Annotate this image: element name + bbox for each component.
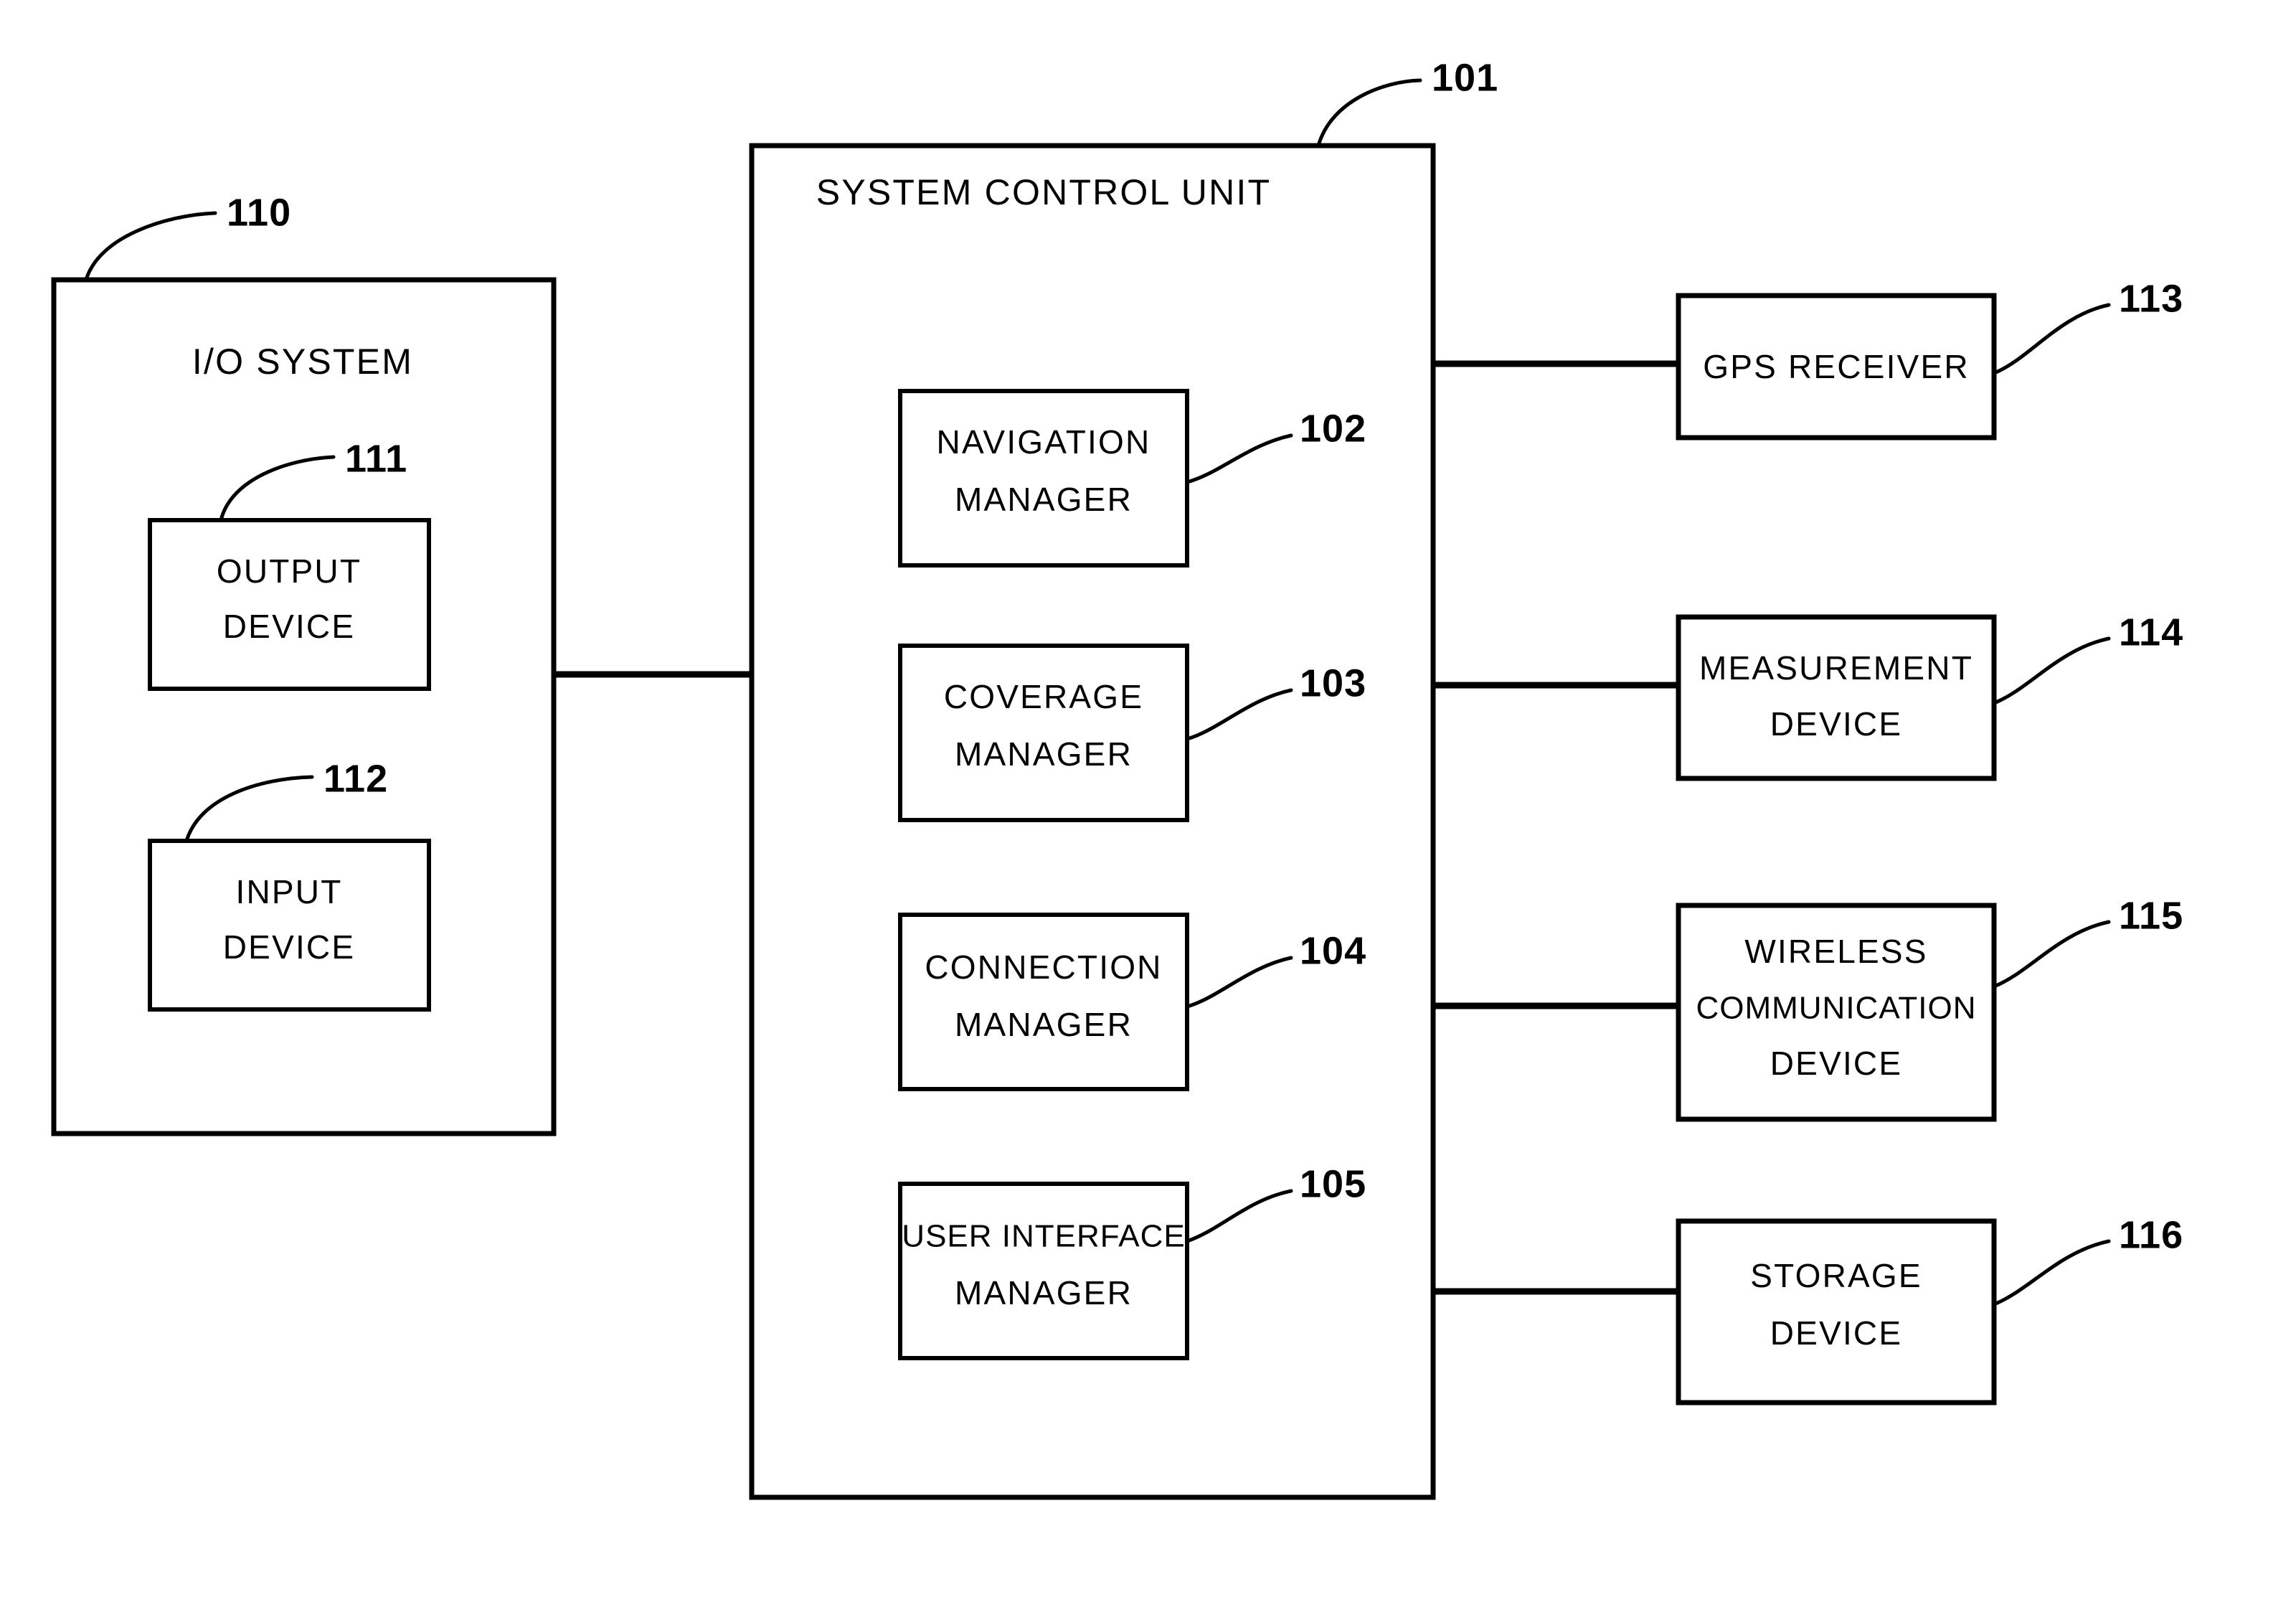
- ref-number-111: 111: [345, 437, 407, 480]
- block-measurement-device[interactable]: MEASUREMENT DEVICE 114: [1676, 611, 2183, 781]
- block-navigation-manager[interactable]: NAVIGATION MANAGER 102: [898, 389, 1366, 568]
- ref-number-104: 104: [1300, 929, 1366, 972]
- block-wireless-communication-device[interactable]: WIRELESS COMMUNICATION DEVICE 115: [1676, 894, 2183, 1122]
- leader-101: [1316, 78, 1422, 148]
- output-device-label-line2: DEVICE: [223, 608, 355, 645]
- measurement-device-label-line2: DEVICE: [1770, 705, 1902, 743]
- navigation-manager-label-line2: MANAGER: [955, 481, 1133, 518]
- system-block-diagram: I/O SYSTEM 110 OUTPUT DEVICE 111 INPUT D…: [51, 56, 2183, 1500]
- block-coverage-manager[interactable]: COVERAGE MANAGER 103: [898, 644, 1366, 822]
- user-interface-manager-label-line1: USER INTERFACE: [902, 1219, 1185, 1254]
- ref-number-116: 116: [2119, 1213, 2183, 1256]
- input-device-label-line1: INPUT: [236, 873, 343, 910]
- storage-device-box: [1676, 1218, 1997, 1405]
- user-interface-manager-box: [898, 1182, 1189, 1360]
- wireless-communication-device-label-line2: COMMUNICATION: [1696, 991, 1976, 1026]
- output-device-box: [148, 518, 431, 691]
- ref-number-101: 101: [1432, 56, 1498, 99]
- block-gps-receiver[interactable]: GPS RECEIVER 113: [1676, 277, 2183, 441]
- leader-105: [1185, 1189, 1293, 1243]
- block-input-device[interactable]: INPUT DEVICE 112: [148, 757, 431, 1012]
- coverage-manager-box: [898, 644, 1189, 822]
- block-storage-device[interactable]: STORAGE DEVICE 116: [1676, 1213, 2183, 1405]
- block-user-interface-manager[interactable]: USER INTERFACE MANAGER 105: [898, 1162, 1366, 1360]
- leader-112: [184, 775, 314, 843]
- leader-110: [84, 211, 217, 282]
- ref-number-103: 103: [1300, 661, 1366, 705]
- gps-receiver-label-line1: GPS RECEIVER: [1703, 348, 1970, 385]
- coverage-manager-label-line1: COVERAGE: [944, 678, 1143, 715]
- io-system-box: [51, 277, 557, 1136]
- ref-number-113: 113: [2119, 277, 2183, 320]
- block-io-system[interactable]: I/O SYSTEM 110 OUTPUT DEVICE 111 INPUT D…: [51, 191, 557, 1136]
- navigation-manager-label-line1: NAVIGATION: [937, 423, 1151, 461]
- connection-manager-box: [898, 913, 1189, 1091]
- leader-114: [1992, 636, 2111, 705]
- leader-116: [1992, 1239, 2111, 1306]
- block-output-device[interactable]: OUTPUT DEVICE 111: [148, 437, 431, 691]
- measurement-device-box: [1676, 614, 1997, 781]
- ref-number-110: 110: [227, 191, 291, 234]
- storage-device-label-line2: DEVICE: [1770, 1314, 1902, 1352]
- io-system-label: I/O SYSTEM: [192, 342, 413, 382]
- ref-number-105: 105: [1300, 1162, 1366, 1205]
- leader-104: [1185, 956, 1293, 1009]
- leader-102: [1185, 433, 1293, 484]
- output-device-label-line1: OUTPUT: [217, 552, 362, 590]
- leader-103: [1185, 688, 1293, 741]
- ref-number-112: 112: [323, 757, 388, 800]
- measurement-device-label-line1: MEASUREMENT: [1699, 649, 1973, 687]
- ref-number-114: 114: [2119, 611, 2183, 654]
- connection-manager-label-line1: CONNECTION: [925, 948, 1162, 986]
- wireless-communication-device-label-line1: WIRELESS: [1744, 933, 1927, 970]
- block-connection-manager[interactable]: CONNECTION MANAGER 104: [898, 913, 1366, 1091]
- coverage-manager-label-line2: MANAGER: [955, 735, 1133, 773]
- connection-manager-label-line2: MANAGER: [955, 1006, 1133, 1043]
- patent-figure-canvas: I/O SYSTEM 110 OUTPUT DEVICE 111 INPUT D…: [0, 0, 2296, 1620]
- ref-number-102: 102: [1300, 407, 1366, 450]
- wireless-communication-device-label-line3: DEVICE: [1770, 1045, 1902, 1082]
- storage-device-label-line1: STORAGE: [1750, 1257, 1922, 1294]
- user-interface-manager-label-line2: MANAGER: [955, 1274, 1133, 1311]
- system-control-unit-label: SYSTEM CONTROL UNIT: [816, 172, 1271, 212]
- ref-number-115: 115: [2119, 894, 2183, 937]
- leader-115: [1992, 920, 2111, 989]
- leader-113: [1992, 303, 2111, 375]
- input-device-label-line2: DEVICE: [223, 928, 355, 966]
- navigation-manager-box: [898, 389, 1189, 568]
- leader-111: [219, 455, 336, 522]
- input-device-box: [148, 839, 431, 1012]
- block-system-control-unit[interactable]: SYSTEM CONTROL UNIT 101 NAVIGATION MANAG…: [749, 56, 1498, 1500]
